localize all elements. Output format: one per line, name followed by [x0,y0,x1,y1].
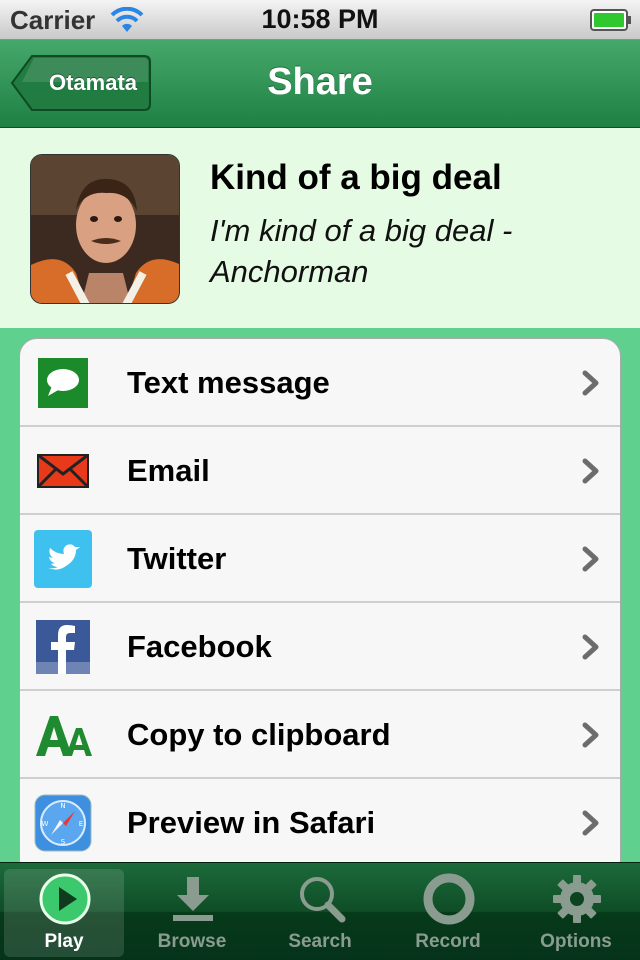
facebook-icon [34,618,92,676]
chevron-right-icon [582,722,600,753]
share-option-facebook[interactable]: Facebook [20,603,620,691]
share-options-list: Text message Email Twitter Facebook Copy… [19,338,621,878]
share-option-label: Copy to clipboard [127,717,391,752]
envelope-icon [34,442,92,500]
page-title: Share [267,61,373,103]
share-option-label: Preview in Safari [127,805,376,840]
speech-bubble-icon [34,354,92,412]
twitter-bird-icon [34,530,92,588]
share-option-label: Text message [127,365,330,400]
clip-title: Kind of a big deal [210,158,502,197]
share-option-preview-in-safari[interactable]: N S W E Preview in Safari [20,779,620,867]
tab-label: Browse [157,931,227,952]
tab-label: Options [540,931,612,952]
record-circle-icon [423,873,475,925]
play-icon [39,873,91,925]
svg-text:S: S [61,838,66,846]
tab-play[interactable]: Play [4,869,124,957]
clip-header: Kind of a big deal I'm kind of a big dea… [0,128,640,328]
safari-compass-icon: N S W E [34,794,92,852]
share-option-label: Email [127,453,210,488]
tab-label: Play [44,931,84,952]
status-time: 10:58 PM [261,4,379,34]
chevron-right-icon [582,370,600,401]
chevron-right-icon [582,458,600,489]
tab-label: Record [415,931,481,952]
share-option-twitter[interactable]: Twitter [20,515,620,603]
chevron-right-icon [582,810,600,841]
share-option-label: Facebook [127,629,272,664]
tab-bar: Play Browse Search Record Options [0,862,640,960]
navigation-bar: Otamata Share [0,40,640,128]
status-bar: Carrier 10:58 PM [0,0,640,40]
gear-icon [551,873,603,925]
svg-text:E: E [79,820,83,828]
share-option-copy-to-clipboard[interactable]: Copy to clipboard [20,691,620,779]
chevron-right-icon [582,546,600,577]
share-option-text-message[interactable]: Text message [20,339,620,427]
svg-text:W: W [42,820,49,828]
tab-browse[interactable]: Browse [132,869,252,957]
svg-text:N: N [60,802,65,810]
magnifier-icon [295,873,347,925]
clip-subtitle: I'm kind of a big deal - Anchorman [210,213,513,289]
share-option-email[interactable]: Email [20,427,620,515]
chevron-right-icon [582,634,600,665]
tab-label: Search [288,931,352,952]
battery-icon [590,8,632,37]
tab-search[interactable]: Search [260,869,380,957]
tab-options[interactable]: Options [516,869,636,957]
download-arrow-icon [167,873,219,925]
share-option-label: Twitter [127,541,227,576]
clip-thumbnail [30,154,180,304]
tab-record[interactable]: Record [388,869,508,957]
font-aa-icon [34,706,92,764]
